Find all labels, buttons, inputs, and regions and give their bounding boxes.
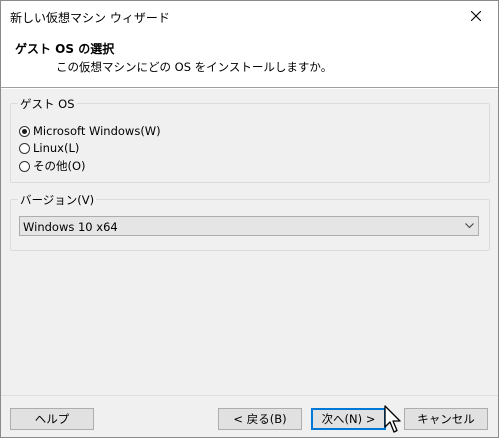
- version-dropdown[interactable]: Windows 10 x64: [19, 216, 479, 236]
- version-group: バージョン(V) Windows 10 x64: [10, 192, 490, 251]
- wizard-header: ゲスト OS の選択 この仮想マシンにどの OS をインストールしますか。: [1, 31, 498, 88]
- version-selected-value: Windows 10 x64: [23, 220, 118, 234]
- radio-linux[interactable]: Linux(L): [19, 140, 79, 156]
- cancel-button[interactable]: キャンセル: [404, 408, 488, 430]
- version-group-label: バージョン(V): [18, 192, 97, 208]
- radio-microsoft-windows[interactable]: Microsoft Windows(W): [19, 123, 161, 139]
- guest-os-group-label: ゲスト OS: [18, 96, 77, 112]
- footer-divider: [1, 395, 498, 396]
- chevron-down-icon: [465, 223, 474, 229]
- radio-button[interactable]: [19, 160, 30, 172]
- radio-label-microsoft-windows: Microsoft Windows(W): [33, 124, 161, 138]
- close-icon: [471, 11, 481, 21]
- radio-other[interactable]: その他(O): [19, 158, 86, 174]
- header-divider: [1, 88, 498, 89]
- new-vm-wizard-window: 新しい仮想マシン ウィザード ゲスト OS の選択 この仮想マシンにどの OS …: [0, 0, 499, 438]
- page-subtitle: この仮想マシンにどの OS をインストールしますか。: [56, 60, 333, 74]
- radio-button[interactable]: [19, 142, 30, 154]
- radio-label-linux: Linux(L): [33, 141, 80, 155]
- radio-button-checked[interactable]: [19, 125, 30, 137]
- window-title: 新しい仮想マシン ウィザード: [10, 11, 170, 25]
- next-button[interactable]: 次へ(N) >: [311, 408, 386, 430]
- close-button[interactable]: [454, 1, 498, 31]
- guest-os-group: ゲスト OS Microsoft Windows(W) Linux(L) その他…: [10, 96, 490, 183]
- mouse-pointer-icon: [384, 405, 401, 433]
- back-button[interactable]: < 戻る(B): [218, 408, 302, 430]
- page-title: ゲスト OS の選択: [15, 42, 115, 56]
- radio-label-other: その他(O): [33, 159, 86, 173]
- help-button[interactable]: ヘルプ: [10, 408, 94, 430]
- title-bar: 新しい仮想マシン ウィザード: [1, 1, 498, 31]
